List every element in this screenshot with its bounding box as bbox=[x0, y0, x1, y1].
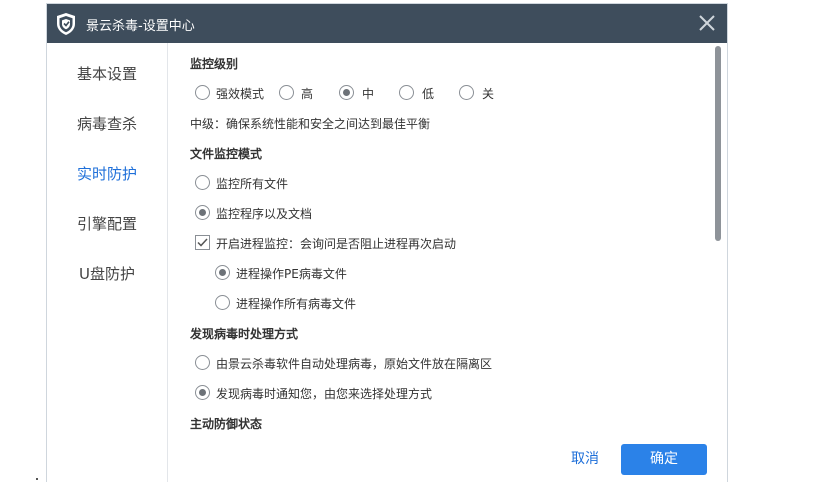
radio-label-pe-virus: 进程操作PE病毒文件 bbox=[236, 267, 347, 281]
sidebar-item-realtime-protection[interactable]: 实时防护 bbox=[47, 163, 167, 184]
radio-process-pe-virus[interactable] bbox=[215, 265, 230, 280]
monitor-level-description: 中级：确保系统性能和安全之间达到最佳平衡 bbox=[190, 117, 431, 131]
radio-label-all-files: 监控所有文件 bbox=[216, 177, 289, 191]
radio-monitor-programs-docs[interactable] bbox=[195, 205, 210, 220]
radio-monitor-off[interactable] bbox=[459, 85, 474, 100]
radio-label-programs-docs: 监控程序以及文档 bbox=[216, 207, 313, 221]
checkbox-label-process-monitor: 开启进程监控：会询问是否阻止进程再次启动 bbox=[216, 237, 457, 251]
close-icon[interactable] bbox=[693, 9, 721, 37]
sidebar: 基本设置 病毒查杀 实时防护 引擎配置 U盘防护 bbox=[47, 43, 168, 482]
shield-logo-icon bbox=[57, 13, 75, 35]
title-bar: 景云杀毒-设置中心 bbox=[47, 4, 727, 43]
radio-label-all-virus: 进程操作所有病毒文件 bbox=[236, 297, 357, 311]
radio-auto-handle[interactable] bbox=[195, 355, 210, 370]
radio-monitor-high[interactable] bbox=[279, 85, 294, 100]
settings-content: 监控级别 强效模式 高 中 低 关 中级：确保系统性能和安全之间达到最佳平衡 文… bbox=[169, 43, 717, 482]
cancel-button[interactable]: 取消 bbox=[571, 448, 599, 468]
active-defense-title: 主动防御状态 bbox=[190, 417, 263, 431]
radio-label-high: 高 bbox=[301, 87, 314, 101]
radio-monitor-medium[interactable] bbox=[339, 85, 354, 100]
checkbox-process-monitor[interactable] bbox=[195, 235, 210, 250]
file-monitor-title: 文件监控模式 bbox=[190, 147, 263, 161]
sidebar-item-usb-protection[interactable]: U盘防护 bbox=[47, 263, 167, 284]
ok-button[interactable]: 确定 bbox=[621, 444, 707, 475]
radio-monitor-low[interactable] bbox=[399, 85, 414, 100]
radio-label-off: 关 bbox=[482, 87, 495, 101]
radio-monitor-all-files[interactable] bbox=[195, 175, 210, 190]
stray-dot bbox=[36, 478, 38, 480]
settings-window: 景云杀毒-设置中心 基本设置 病毒查杀 实时防护 引擎配置 U盘防护 监控级别 … bbox=[46, 3, 728, 482]
radio-notify-user[interactable] bbox=[195, 385, 210, 400]
radio-label-notify-user: 发现病毒时通知您，由您来选择处理方式 bbox=[216, 387, 433, 401]
sidebar-item-engine-config[interactable]: 引擎配置 bbox=[47, 213, 167, 234]
radio-monitor-strong[interactable] bbox=[195, 85, 210, 100]
radio-label-medium: 中 bbox=[362, 87, 375, 101]
radio-label-auto-handle: 由景云杀毒软件自动处理病毒，原始文件放在隔离区 bbox=[216, 357, 493, 371]
radio-label-strong: 强效模式 bbox=[216, 87, 265, 101]
sidebar-item-virus-scan[interactable]: 病毒查杀 bbox=[47, 113, 167, 134]
checkmark-icon bbox=[197, 238, 208, 247]
radio-process-all-virus[interactable] bbox=[215, 295, 230, 310]
sidebar-item-basic-settings[interactable]: 基本设置 bbox=[47, 63, 167, 84]
virus-handling-title: 发现病毒时处理方式 bbox=[190, 327, 299, 341]
monitor-level-title: 监控级别 bbox=[190, 57, 239, 71]
window-title: 景云杀毒-设置中心 bbox=[86, 19, 195, 34]
scrollbar-thumb[interactable] bbox=[715, 46, 721, 241]
radio-label-low: 低 bbox=[422, 87, 435, 101]
